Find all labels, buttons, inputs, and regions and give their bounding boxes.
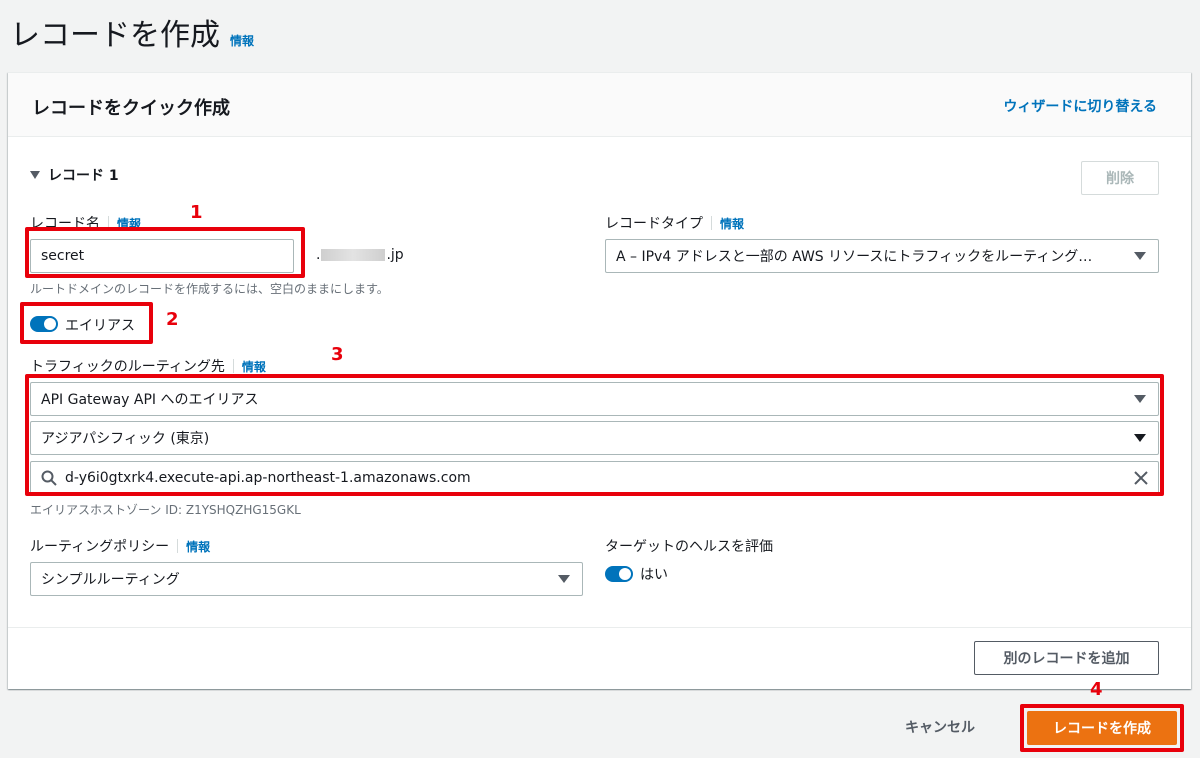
caret-down-icon	[1134, 252, 1146, 260]
add-record-button[interactable]: 別のレコードを追加	[974, 641, 1159, 675]
record-type-info-link[interactable]: 情報	[720, 215, 744, 232]
record-expand-toggle[interactable]: レコード 1	[30, 165, 119, 185]
cancel-button[interactable]: キャンセル	[905, 717, 975, 737]
policy-label-group: ルーティングポリシー 情報	[30, 536, 210, 556]
record-type-label-group: レコードタイプ 情報	[605, 213, 744, 233]
route-target-select[interactable]: API Gateway API へのエイリアス	[30, 382, 1159, 416]
annotation-marker-4: 4	[1090, 679, 1103, 700]
page-title: レコードを作成 情報	[10, 10, 254, 54]
routing-policy-value: シンプルルーティング	[41, 572, 180, 588]
policy-label: ルーティングポリシー	[30, 539, 170, 555]
caret-down-icon	[30, 171, 40, 179]
domain-suffix: . .jp	[316, 247, 404, 263]
create-record-button[interactable]: レコードを作成	[1027, 711, 1177, 745]
redacted-domain	[321, 249, 386, 261]
record-type-label: レコードタイプ	[605, 216, 703, 232]
search-icon	[41, 470, 57, 486]
domain-tld: .jp	[386, 247, 404, 263]
page-title-text: レコードを作成	[10, 18, 220, 53]
panel-divider	[8, 627, 1191, 628]
switch-to-wizard-link[interactable]: ウィザードに切り替える	[1003, 96, 1157, 116]
route-target-value: API Gateway API へのエイリアス	[41, 392, 259, 408]
health-toggle-label: はい	[640, 567, 668, 583]
health-toggle[interactable]	[605, 566, 633, 582]
caret-down-icon	[558, 575, 570, 583]
annotation-marker-2: 2	[166, 309, 179, 330]
alias-toggle[interactable]	[30, 316, 58, 332]
record-toggle-label: レコード 1	[48, 168, 119, 184]
caret-down-icon	[1134, 395, 1146, 403]
annotation-marker-3: 3	[331, 344, 344, 365]
caret-down-icon	[1134, 434, 1146, 442]
record-name-value: secret	[41, 248, 85, 264]
record-name-info-link[interactable]: 情報	[117, 215, 141, 232]
panel-header: レコードをクイック作成 ウィザードに切り替える	[8, 73, 1191, 137]
record-name-label: レコード名	[30, 216, 100, 232]
panel-title: レコードをクイック作成	[32, 98, 230, 119]
route-region-value: アジアパシフィック (東京)	[41, 431, 210, 447]
delete-button[interactable]: 削除	[1081, 161, 1159, 195]
route-label: トラフィックのルーティング先	[30, 359, 225, 375]
record-name-hint: ルートドメインのレコードを作成するには、空白のままにします。	[30, 282, 389, 296]
route-endpoint-search[interactable]: d-y6i0gtxrk4.execute-api.ap-northeast-1.…	[30, 461, 1159, 495]
route-region-select[interactable]: アジアパシフィック (東京)	[30, 421, 1159, 455]
routing-policy-select[interactable]: シンプルルーティング	[30, 562, 583, 596]
route-label-group: トラフィックのルーティング先 情報	[30, 356, 266, 376]
close-icon[interactable]	[1132, 469, 1150, 487]
alias-toggle-label: エイリアス	[65, 318, 135, 334]
divider	[711, 216, 712, 230]
annotation-marker-1: 1	[190, 202, 203, 223]
divider	[177, 539, 179, 553]
record-type-value: A – IPv4 アドレスと一部の AWS リソースにトラフィックをルーティング…	[616, 249, 1093, 265]
quick-create-panel: レコードをクイック作成 ウィザードに切り替える レコード 1 削除 レコード名 …	[8, 72, 1191, 689]
record-name-label-group: レコード名 情報	[30, 213, 141, 233]
health-label: ターゲットのヘルスを評価	[605, 539, 773, 555]
page-info-link[interactable]: 情報	[230, 32, 254, 49]
record-name-input[interactable]: secret	[30, 239, 294, 273]
divider	[108, 216, 109, 230]
domain-prefix-dot: .	[316, 247, 321, 263]
route-info-link[interactable]: 情報	[242, 358, 266, 375]
route-endpoint-value: d-y6i0gtxrk4.execute-api.ap-northeast-1.…	[65, 470, 471, 486]
policy-info-link[interactable]: 情報	[186, 538, 210, 555]
hosted-zone-id: エイリアスホストゾーン ID: Z1YSHQZHG15GKL	[30, 503, 301, 517]
record-type-select[interactable]: A – IPv4 アドレスと一部の AWS リソースにトラフィックをルーティング…	[605, 239, 1159, 273]
divider	[232, 359, 234, 373]
